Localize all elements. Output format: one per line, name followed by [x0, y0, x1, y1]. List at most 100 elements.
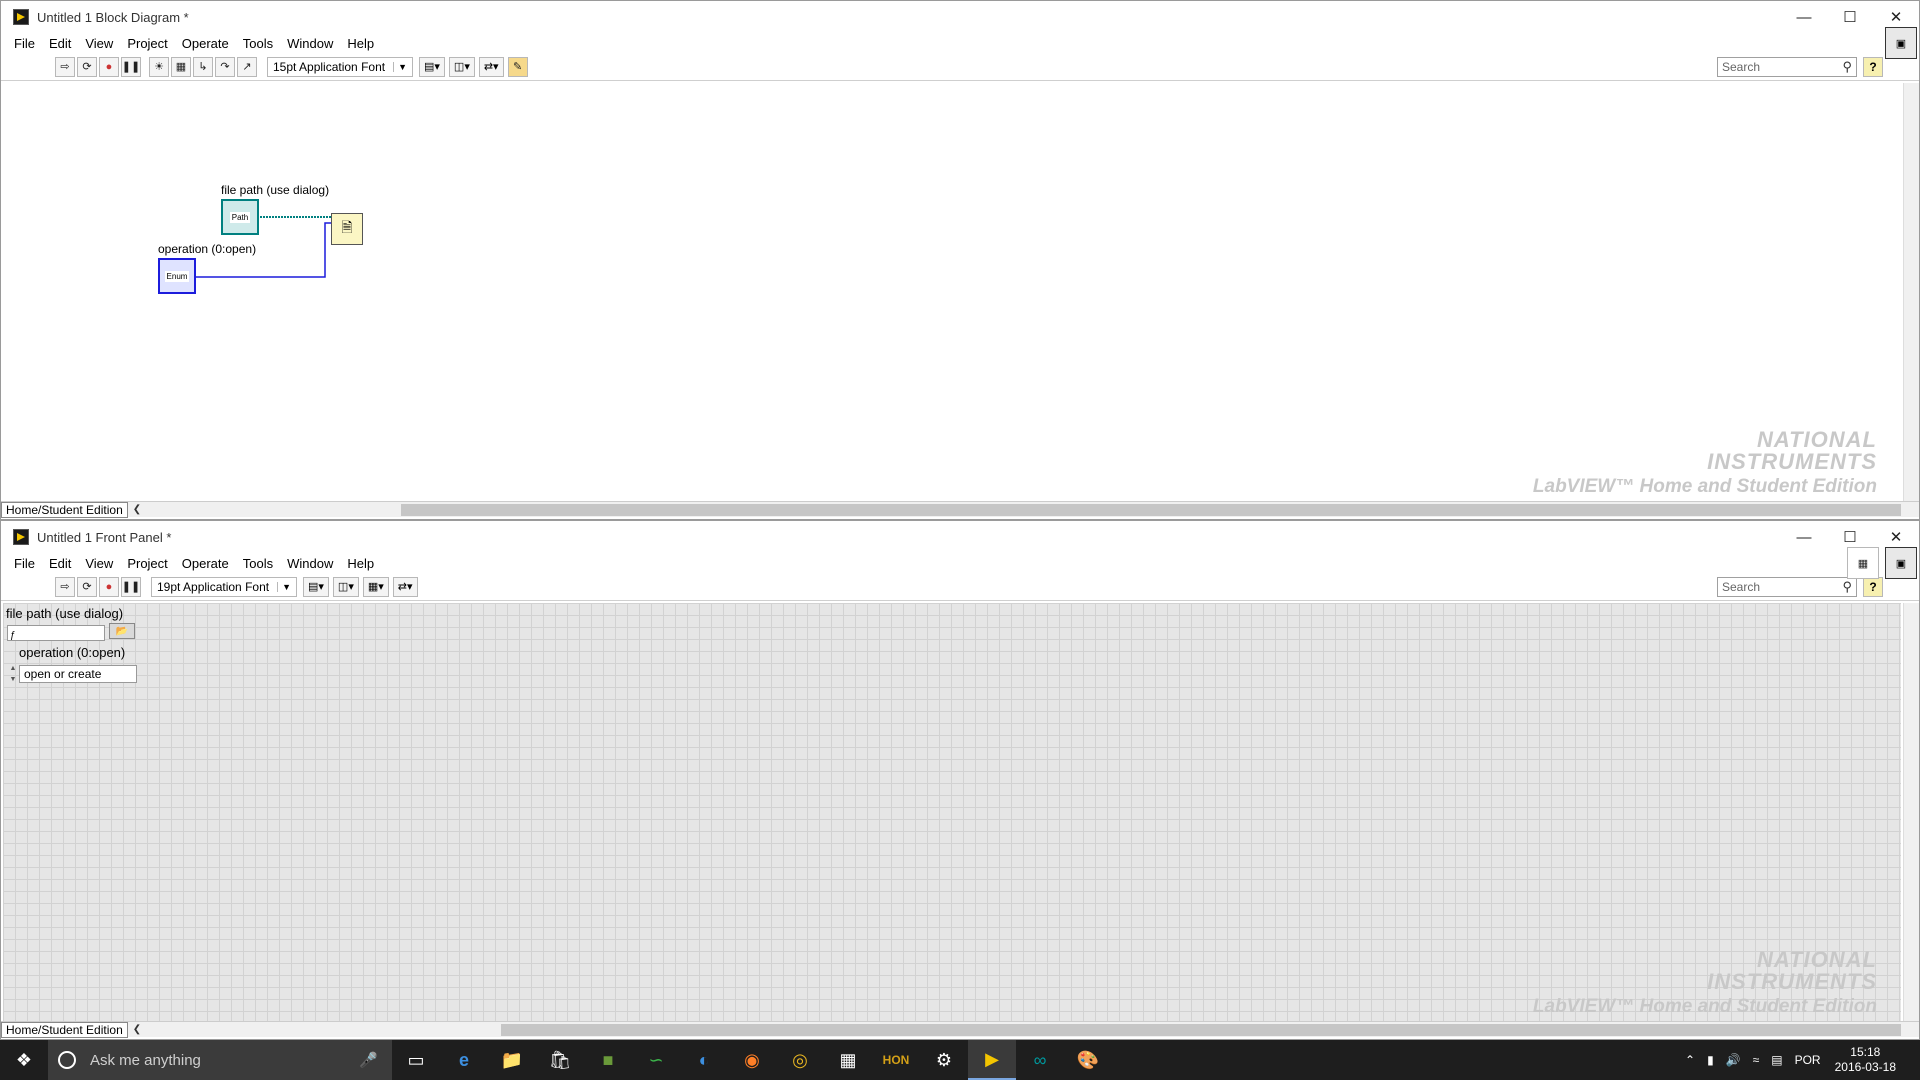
- file-explorer-icon[interactable]: 📁: [488, 1040, 536, 1080]
- search-icon[interactable]: ⚲: [1842, 579, 1852, 595]
- stocks-app-icon[interactable]: ∽: [632, 1040, 680, 1080]
- run-continuously-icon[interactable]: ⟳: [77, 576, 97, 597]
- minimize-icon[interactable]: —: [1781, 1, 1827, 33]
- chevron-up-icon[interactable]: ⌃: [1685, 1053, 1695, 1067]
- menu-tools[interactable]: Tools: [236, 36, 280, 51]
- menu-tools[interactable]: Tools: [236, 556, 280, 571]
- fp-titlebar[interactable]: Untitled 1 Front Panel * — ☐ ✕: [1, 521, 1919, 553]
- edge-browser-icon[interactable]: e: [440, 1040, 488, 1080]
- battery-icon[interactable]: ▮: [1707, 1053, 1714, 1067]
- vi-icon[interactable]: ▣: [1885, 27, 1917, 59]
- menu-view[interactable]: View: [78, 36, 120, 51]
- calculator-grid-icon[interactable]: ▦: [824, 1040, 872, 1080]
- connector-pane-icon[interactable]: ▦: [1847, 547, 1879, 579]
- open-file-function-node[interactable]: 🗎: [331, 213, 363, 245]
- menu-project[interactable]: Project: [120, 556, 174, 571]
- fp-horizontal-scrollbar[interactable]: Home/Student Edition ❮: [1, 1021, 1919, 1038]
- context-help-button[interactable]: ?: [1863, 57, 1883, 77]
- fp-font-select[interactable]: 19pt Application Font ▼: [151, 576, 297, 597]
- chrome-icon[interactable]: ◎: [776, 1040, 824, 1080]
- hon-game-icon[interactable]: HON: [872, 1040, 920, 1080]
- step-out-icon[interactable]: ↗: [237, 56, 257, 77]
- operation-terminal[interactable]: Enum: [158, 258, 196, 294]
- vi-icon[interactable]: ▣: [1885, 547, 1917, 579]
- distribute-objects-button[interactable]: ◫▾: [332, 576, 359, 597]
- menu-project[interactable]: Project: [120, 36, 174, 51]
- volume-icon[interactable]: 🔊: [1726, 1053, 1741, 1067]
- file-path-terminal[interactable]: Path: [221, 199, 259, 235]
- minimize-icon[interactable]: —: [1781, 521, 1827, 553]
- bd-search-input[interactable]: Search ⚲: [1717, 57, 1857, 77]
- scroll-left-icon[interactable]: ❮: [128, 504, 146, 515]
- menu-file[interactable]: File: [7, 556, 42, 571]
- run-continuously-icon[interactable]: ⟳: [77, 56, 97, 77]
- taskbar-clock[interactable]: 15:18 2016-03-18: [1835, 1045, 1896, 1075]
- distribute-objects-button[interactable]: ◫▾: [448, 56, 475, 77]
- file-path-control[interactable]: ƒ: [7, 625, 105, 641]
- browse-button[interactable]: 📂: [109, 623, 135, 639]
- bd-scroll-thumb[interactable]: [401, 504, 1901, 516]
- scroll-left-icon[interactable]: ❮: [128, 1024, 146, 1035]
- windows-start-icon[interactable]: ❖: [0, 1040, 48, 1080]
- fp-toolbar: ⇨ ⟳ ● ❚❚ 19pt Application Font ▼ ▤▾ ◫▾ ▦…: [1, 547, 1919, 601]
- menu-view[interactable]: View: [78, 556, 120, 571]
- menu-operate[interactable]: Operate: [175, 556, 236, 571]
- minecraft-icon[interactable]: ■: [584, 1040, 632, 1080]
- labview-taskbar-icon[interactable]: ▶: [968, 1040, 1016, 1080]
- step-over-icon[interactable]: ↷: [215, 56, 235, 77]
- paint-icon[interactable]: 🎨: [1064, 1040, 1112, 1080]
- fp-label-operation[interactable]: operation (0:open): [19, 645, 125, 660]
- reorder-button[interactable]: ⇄▾: [478, 56, 504, 77]
- menu-file[interactable]: File: [7, 36, 42, 51]
- menu-operate[interactable]: Operate: [175, 36, 236, 51]
- abort-icon[interactable]: ●: [99, 576, 119, 597]
- language-indicator[interactable]: POR: [1795, 1053, 1821, 1067]
- align-objects-button[interactable]: ▤▾: [419, 56, 445, 77]
- menu-help[interactable]: Help: [340, 556, 381, 571]
- pause-icon[interactable]: ❚❚: [121, 576, 141, 597]
- run-arrow-icon[interactable]: ⇨: [55, 56, 75, 77]
- fp-vertical-scrollbar[interactable]: [1903, 603, 1919, 1023]
- context-help-button[interactable]: ?: [1863, 577, 1883, 597]
- abort-icon[interactable]: ●: [99, 56, 119, 77]
- network-icon[interactable]: ≈: [1753, 1053, 1760, 1067]
- resize-objects-button[interactable]: ▦▾: [362, 576, 389, 597]
- highlight-execution-icon[interactable]: ☀: [149, 56, 169, 77]
- app-circle-icon[interactable]: ◐: [680, 1040, 728, 1080]
- pause-icon[interactable]: ❚❚: [121, 56, 141, 77]
- bd-label-operation[interactable]: operation (0:open): [158, 242, 256, 256]
- bd-vertical-scrollbar[interactable]: [1903, 83, 1919, 503]
- arduino-icon[interactable]: ∞: [1016, 1040, 1064, 1080]
- task-view-icon[interactable]: ▭: [392, 1040, 440, 1080]
- align-objects-button[interactable]: ▤▾: [303, 576, 329, 597]
- microphone-icon[interactable]: 🎤: [359, 1051, 378, 1069]
- notification-icon[interactable]: ▤: [1771, 1053, 1782, 1067]
- steam-icon[interactable]: ⚙: [920, 1040, 968, 1080]
- bd-font-select[interactable]: 15pt Application Font ▼: [267, 56, 413, 77]
- bd-horizontal-scrollbar[interactable]: Home/Student Edition ❮: [1, 501, 1919, 518]
- front-panel-canvas[interactable]: file path (use dialog) ƒ 📂 operation (0:…: [3, 603, 1901, 1023]
- menu-help[interactable]: Help: [340, 36, 381, 51]
- bd-titlebar[interactable]: Untitled 1 Block Diagram * — ☐ ✕: [1, 1, 1919, 33]
- step-into-icon[interactable]: ↳: [193, 56, 213, 77]
- fp-scroll-thumb[interactable]: [501, 1024, 1901, 1036]
- clean-up-diagram-icon[interactable]: ✎: [507, 56, 528, 77]
- search-icon[interactable]: ⚲: [1842, 59, 1852, 75]
- menu-edit[interactable]: Edit: [42, 36, 78, 51]
- firefox-icon[interactable]: ◉: [728, 1040, 776, 1080]
- reorder-button[interactable]: ⇄▾: [392, 576, 418, 597]
- operation-enum-control[interactable]: open or create: [19, 665, 137, 683]
- block-diagram-canvas[interactable]: file path (use dialog) Path operation (0…: [3, 83, 1901, 503]
- retain-wire-values-icon[interactable]: ▦: [171, 56, 191, 77]
- menu-window[interactable]: Window: [280, 556, 340, 571]
- maximize-icon[interactable]: ☐: [1827, 1, 1873, 33]
- menu-window[interactable]: Window: [280, 36, 340, 51]
- fp-label-file-path[interactable]: file path (use dialog): [6, 606, 123, 621]
- enum-increment-decrement[interactable]: ▲ ▼: [8, 663, 18, 685]
- bd-label-file-path[interactable]: file path (use dialog): [221, 183, 329, 197]
- menu-edit[interactable]: Edit: [42, 556, 78, 571]
- fp-search-input[interactable]: Search ⚲: [1717, 577, 1857, 597]
- store-icon[interactable]: 🛍: [536, 1040, 584, 1080]
- cortana-search-box[interactable]: Ask me anything 🎤: [48, 1040, 392, 1080]
- run-arrow-icon[interactable]: ⇨: [55, 576, 75, 597]
